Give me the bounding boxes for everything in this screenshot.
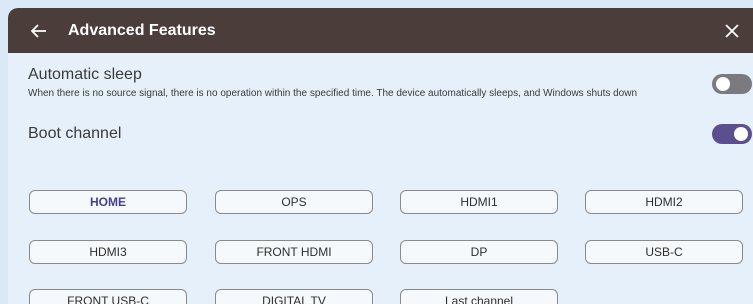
channel-button-hdmi3[interactable]: HDMI3 bbox=[29, 240, 187, 264]
toggle-knob bbox=[716, 77, 730, 91]
channel-button-usb-c[interactable]: USB-C bbox=[585, 240, 743, 264]
auto-sleep-description: When there is no source signal, there is… bbox=[28, 88, 638, 99]
close-icon[interactable] bbox=[719, 18, 745, 44]
channel-button-ops[interactable]: OPS bbox=[215, 190, 373, 214]
boot-channel-title: Boot channel bbox=[28, 125, 122, 142]
back-arrow-icon[interactable] bbox=[26, 18, 52, 44]
toggle-knob bbox=[734, 127, 748, 141]
auto-sleep-toggle[interactable] bbox=[712, 74, 752, 94]
channel-button-hdmi2[interactable]: HDMI2 bbox=[585, 190, 743, 214]
channel-button-dp[interactable]: DP bbox=[400, 240, 558, 264]
header-bar: Advanced Features bbox=[8, 8, 753, 53]
boot-channel-toggle[interactable] bbox=[712, 124, 752, 144]
channel-button-hdmi1[interactable]: HDMI1 bbox=[400, 190, 558, 214]
channel-button-front-hdmi[interactable]: FRONT HDMI bbox=[215, 240, 373, 264]
channel-button-last-channel[interactable]: Last channel bbox=[400, 289, 558, 304]
channel-button-home[interactable]: HOME bbox=[29, 190, 187, 214]
advanced-features-panel: Advanced Features Automatic sleep When t… bbox=[8, 8, 753, 304]
channel-button-digital-tv[interactable]: DIGITAL TV bbox=[215, 289, 373, 304]
page-title: Advanced Features bbox=[68, 21, 216, 39]
auto-sleep-title: Automatic sleep bbox=[28, 66, 142, 83]
channel-button-front-usb-c[interactable]: FRONT USB-C bbox=[29, 289, 187, 304]
